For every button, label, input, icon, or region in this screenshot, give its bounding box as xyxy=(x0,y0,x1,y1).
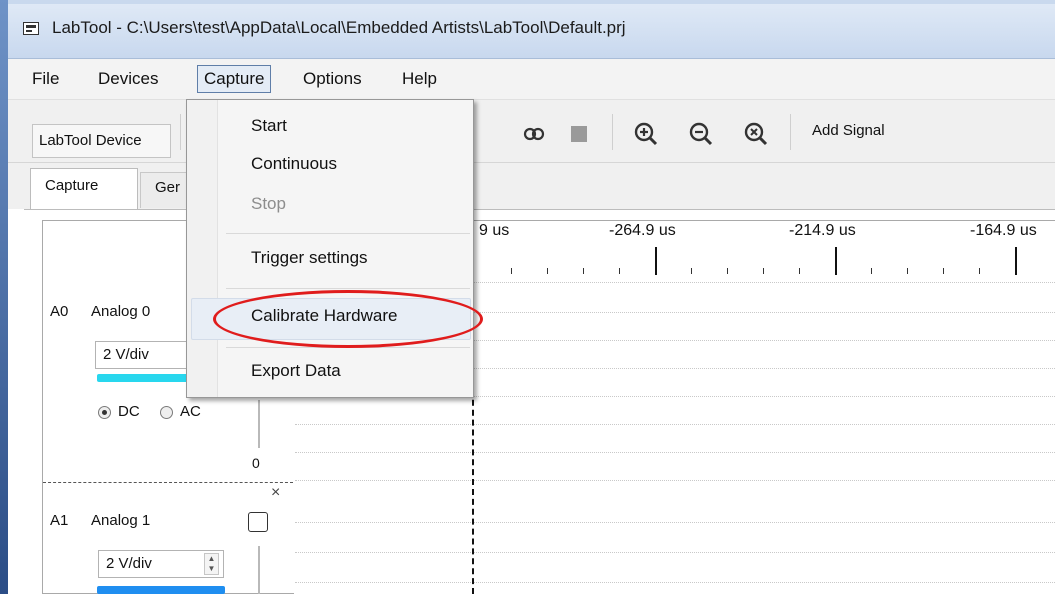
time-minor-tick xyxy=(583,268,584,274)
time-tick-label: -214.9 us xyxy=(789,222,856,239)
grid-line xyxy=(295,480,1055,481)
menu-bar: File Devices Capture Options Help xyxy=(8,59,1055,100)
time-minor-tick xyxy=(943,268,944,274)
menu-item-export-data[interactable]: Export Data xyxy=(251,361,341,381)
trigger-cursor-line[interactable] xyxy=(472,380,474,594)
menu-item-start[interactable]: Start xyxy=(251,116,287,136)
window-title: LabTool - C:\Users\test\AppData\Local\Em… xyxy=(52,18,626,37)
level-slider-track[interactable] xyxy=(258,400,260,448)
channel-name[interactable]: Analog 1 xyxy=(91,512,150,529)
zoom-in-icon[interactable] xyxy=(631,119,661,149)
time-minor-tick xyxy=(691,268,692,274)
time-tick-label: -164.9 us xyxy=(970,222,1037,239)
menu-separator xyxy=(226,233,470,234)
menu-item-trigger-settings[interactable]: Trigger settings xyxy=(251,248,368,268)
channel-enable-checkbox[interactable] xyxy=(248,512,268,532)
zoom-fit-icon[interactable] xyxy=(741,119,771,149)
coupling-ac-label: AC xyxy=(180,403,201,420)
tab-capture[interactable]: Capture xyxy=(30,168,138,210)
remove-channel-icon[interactable]: × xyxy=(271,484,280,502)
time-major-tick xyxy=(1015,247,1017,275)
menu-item-stop: Stop xyxy=(251,194,286,213)
coupling-dc-label: DC xyxy=(118,403,140,420)
time-minor-tick xyxy=(799,268,800,274)
time-minor-tick xyxy=(511,268,512,274)
grid-line xyxy=(295,424,1055,425)
time-tick-label: -264.9 us xyxy=(609,222,676,239)
menu-help[interactable]: Help xyxy=(396,67,443,91)
app-window-icon xyxy=(23,22,39,35)
time-tick-label: 9 us xyxy=(479,222,510,239)
channel-id: A0 xyxy=(50,303,69,320)
link-icon[interactable] xyxy=(519,119,549,149)
volts-per-div-value: 2 V/div xyxy=(106,555,152,572)
grid-line xyxy=(295,582,1055,583)
toolbar-separator xyxy=(612,114,613,150)
toolbar-separator xyxy=(790,114,791,150)
time-minor-tick xyxy=(547,268,548,274)
time-minor-tick xyxy=(727,268,728,274)
zoom-out-icon[interactable] xyxy=(686,119,716,149)
window-frame-left xyxy=(0,0,8,594)
grid-line xyxy=(295,522,1055,523)
menu-devices[interactable]: Devices xyxy=(92,67,164,91)
level-slider-track[interactable] xyxy=(258,546,260,594)
add-signal-button[interactable]: Add Signal xyxy=(812,122,885,139)
menu-icon-gutter xyxy=(187,100,218,397)
menu-file[interactable]: File xyxy=(26,67,65,91)
channel-color-bar[interactable] xyxy=(97,586,225,594)
channel-name[interactable]: Analog 0 xyxy=(91,303,150,320)
time-major-tick xyxy=(835,247,837,275)
toolbar-separator xyxy=(180,114,181,150)
menu-capture[interactable]: Capture xyxy=(197,65,272,93)
stop-icon[interactable] xyxy=(564,119,594,149)
zero-level-label: 0 xyxy=(252,455,260,471)
grid-line xyxy=(295,452,1055,453)
time-major-tick xyxy=(655,247,657,275)
menu-options[interactable]: Options xyxy=(297,67,368,91)
menu-item-continuous[interactable]: Continuous xyxy=(251,154,337,174)
grid-line xyxy=(295,552,1055,553)
menu-separator xyxy=(226,288,470,289)
channel-id: A1 xyxy=(50,512,69,529)
annotation-highlight-ellipse xyxy=(213,290,483,348)
coupling-dc-radio[interactable] xyxy=(98,406,111,419)
time-minor-tick xyxy=(763,268,764,274)
coupling-ac-radio[interactable] xyxy=(160,406,173,419)
device-selector[interactable]: LabTool Device xyxy=(32,124,171,158)
time-minor-tick xyxy=(907,268,908,274)
channel-separator xyxy=(43,482,293,483)
volts-per-div-select[interactable]: 2 V/div ▲ ▼ xyxy=(98,550,224,578)
time-minor-tick xyxy=(871,268,872,274)
time-minor-tick xyxy=(619,268,620,274)
volts-per-div-value: 2 V/div xyxy=(103,346,149,363)
time-minor-tick xyxy=(979,268,980,274)
spin-arrows-icon[interactable]: ▲ ▼ xyxy=(204,553,219,575)
